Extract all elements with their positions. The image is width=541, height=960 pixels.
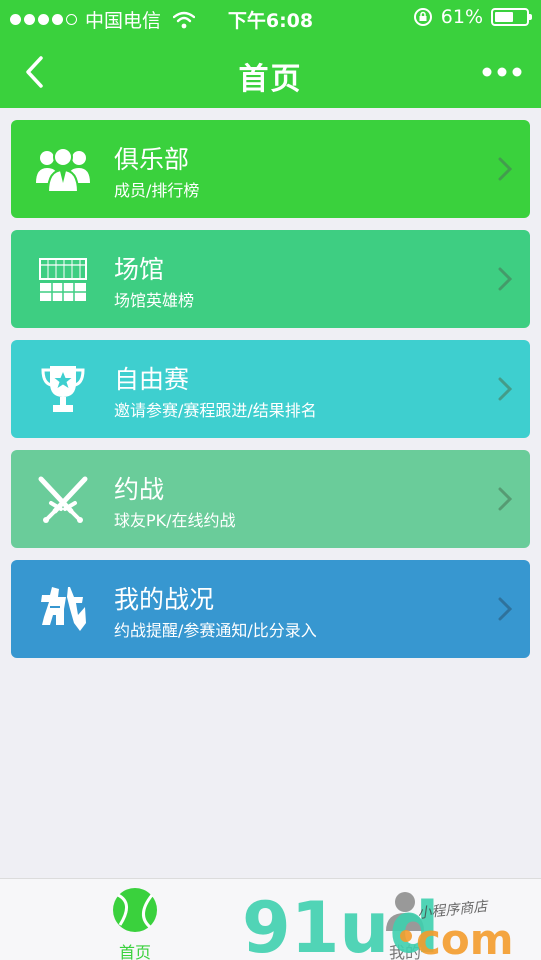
battle-character-icon <box>33 579 93 639</box>
battery-percent: 61% <box>440 6 483 28</box>
menu-card-club[interactable]: 俱乐部 成员/排行榜 <box>11 120 530 218</box>
tab-home[interactable]: 首页 <box>75 879 195 960</box>
chevron-right-icon <box>498 157 513 181</box>
rotation-lock-icon <box>413 8 432 26</box>
menu-card-free-match[interactable]: 自由赛 邀请参赛/赛程跟进/结果排名 <box>11 340 530 438</box>
more-dots-icon <box>482 67 522 77</box>
club-members-icon <box>33 139 93 199</box>
page-title: 首页 <box>238 62 303 97</box>
menu-card-subtitle: 球友PK/在线约战 <box>114 511 236 530</box>
menu-card-subtitle: 成员/排行榜 <box>114 181 200 200</box>
tab-mine[interactable]: 我的 <box>345 879 465 960</box>
menu-card-subtitle: 约战提醒/参赛通知/比分录入 <box>114 621 317 640</box>
more-button[interactable] <box>477 54 527 90</box>
tab-bar: 首页 我的 <box>0 878 541 960</box>
menu-card-title: 自由赛 <box>114 365 190 394</box>
venue-icon <box>33 249 93 309</box>
tennis-ball-icon <box>113 888 157 932</box>
tab-home-label: 首页 <box>118 943 151 960</box>
crossed-swords-icon <box>33 469 93 529</box>
chevron-right-icon <box>498 597 513 621</box>
menu-card-title: 我的战况 <box>114 585 215 614</box>
menu-card-title: 约战 <box>114 475 165 504</box>
person-icon <box>386 892 424 931</box>
chevron-right-icon <box>498 377 513 401</box>
status-bar: 中国电信 下午6:08 61% <box>0 0 541 36</box>
trophy-icon <box>33 359 93 419</box>
chevron-right-icon <box>498 267 513 291</box>
menu-card-title: 俱乐部 <box>114 145 190 174</box>
menu-card-subtitle: 场馆英雄榜 <box>114 291 195 310</box>
chevron-right-icon <box>498 487 513 511</box>
menu-card-title: 场馆 <box>114 255 165 284</box>
battery-icon <box>491 8 532 26</box>
menu-card-challenge[interactable]: 约战 球友PK/在线约战 <box>11 450 530 548</box>
menu-list: 俱乐部 成员/排行榜 场馆 场馆英雄榜 自由赛 邀请参赛/赛程跟进/结果排名 约… <box>11 120 530 670</box>
tab-mine-label: 我的 <box>388 943 421 960</box>
menu-card-subtitle: 邀请参赛/赛程跟进/结果排名 <box>114 401 317 420</box>
menu-card-venue[interactable]: 场馆 场馆英雄榜 <box>11 230 530 328</box>
navigation-bar: 首页 <box>0 36 541 108</box>
menu-card-my-battles[interactable]: 我的战况 约战提醒/参赛通知/比分录入 <box>11 560 530 658</box>
